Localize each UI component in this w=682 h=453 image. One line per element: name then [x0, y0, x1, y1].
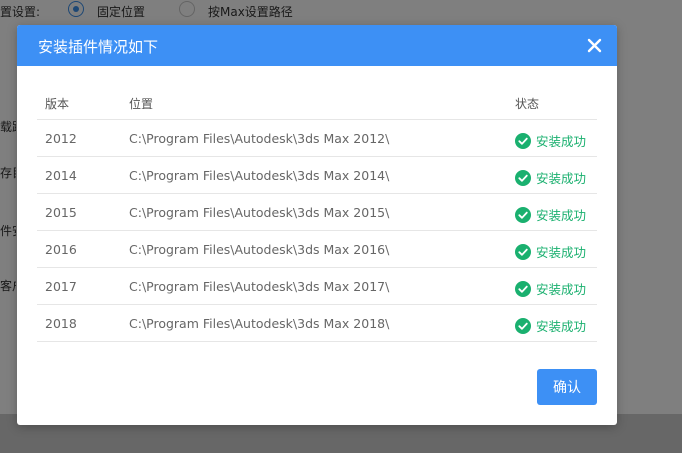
table-header: 版本 位置 状态: [37, 88, 597, 120]
status-cell: 安装成功: [515, 205, 586, 224]
location-cell: C:\Program Files\Autodesk\3ds Max 2016\: [129, 242, 390, 257]
status-text: 安装成功: [536, 208, 587, 223]
location-cell: C:\Program Files\Autodesk\3ds Max 2015\: [129, 205, 390, 220]
dialog-header: 安装插件情况如下: [17, 25, 617, 66]
check-circle-icon: [515, 317, 531, 334]
close-icon[interactable]: [586, 37, 603, 54]
dialog-title: 安装插件情况如下: [38, 38, 159, 56]
check-circle-icon: [515, 132, 531, 149]
version-cell: 2018: [45, 316, 77, 331]
status-text: 安装成功: [536, 319, 587, 334]
version-cell: 2015: [45, 205, 77, 220]
table-row: 2018 C:\Program Files\Autodesk\3ds Max 2…: [37, 305, 597, 342]
table-row: 2016 C:\Program Files\Autodesk\3ds Max 2…: [37, 231, 597, 268]
status-text: 安装成功: [536, 171, 587, 186]
status-cell: 安装成功: [515, 131, 586, 150]
location-cell: C:\Program Files\Autodesk\3ds Max 2012\: [129, 131, 390, 146]
status-text: 安装成功: [536, 282, 587, 297]
status-text: 安装成功: [536, 245, 587, 260]
location-cell: C:\Program Files\Autodesk\3ds Max 2017\: [129, 279, 390, 294]
version-cell: 2012: [45, 131, 77, 146]
location-cell: C:\Program Files\Autodesk\3ds Max 2018\: [129, 316, 390, 331]
location-cell: C:\Program Files\Autodesk\3ds Max 2014\: [129, 168, 390, 183]
status-cell: 安装成功: [515, 279, 586, 298]
status-cell: 安装成功: [515, 168, 586, 187]
table-row: 2012 C:\Program Files\Autodesk\3ds Max 2…: [37, 120, 597, 157]
install-result-dialog: 安装插件情况如下 版本 位置 状态 2012 C:\Program Files\…: [17, 25, 617, 425]
confirm-button[interactable]: 确认: [537, 369, 597, 405]
check-circle-icon: [515, 243, 531, 260]
version-cell: 2016: [45, 242, 77, 257]
table-row: 2017 C:\Program Files\Autodesk\3ds Max 2…: [37, 268, 597, 305]
table-row: 2014 C:\Program Files\Autodesk\3ds Max 2…: [37, 157, 597, 194]
check-circle-icon: [515, 206, 531, 223]
check-circle-icon: [515, 280, 531, 297]
status-cell: 安装成功: [515, 316, 586, 335]
column-header-location: 位置: [129, 97, 154, 111]
table-row: 2015 C:\Program Files\Autodesk\3ds Max 2…: [37, 194, 597, 231]
column-header-version: 版本: [45, 97, 70, 111]
version-cell: 2017: [45, 279, 77, 294]
version-cell: 2014: [45, 168, 77, 183]
status-cell: 安装成功: [515, 242, 586, 261]
install-result-table: 版本 位置 状态 2012 C:\Program Files\Autodesk\…: [37, 88, 597, 342]
column-header-status: 状态: [515, 97, 540, 111]
status-text: 安装成功: [536, 134, 587, 149]
check-circle-icon: [515, 169, 531, 186]
